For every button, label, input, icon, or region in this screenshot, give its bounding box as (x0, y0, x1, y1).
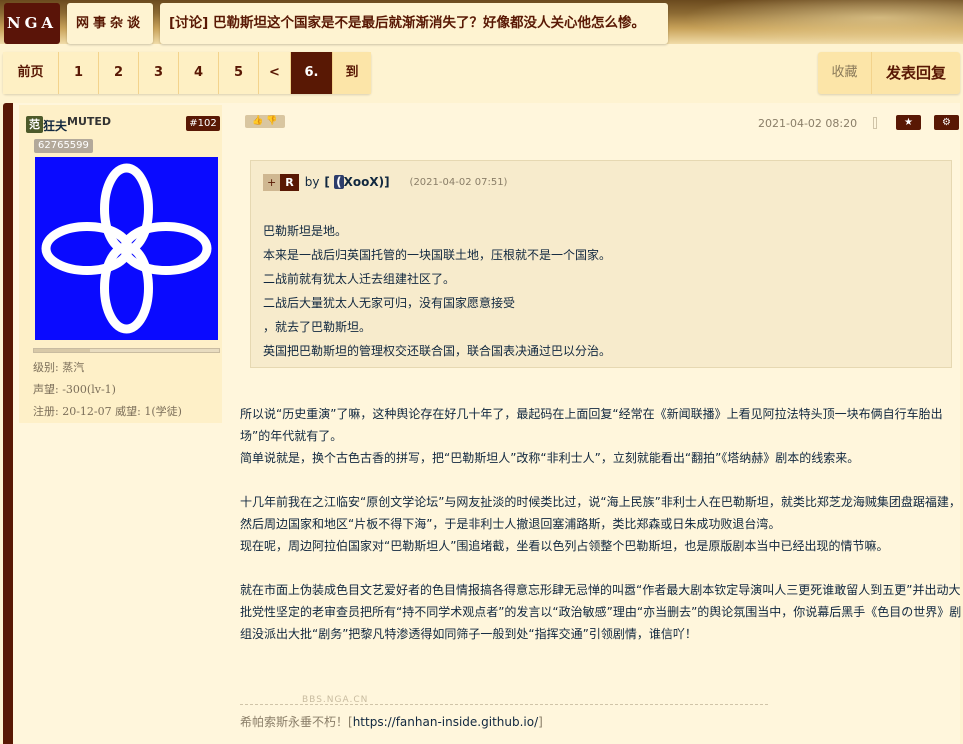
gear-icon[interactable]: ⚙ (934, 115, 959, 130)
post-body: 👍 👎 2021-04-02 08:20 ★ ⚙ + R by [ (XooX)… (235, 103, 963, 744)
quote-line: 巴勒斯坦是地。 (263, 224, 348, 238)
post-paragraph: 所以说“历史重演”了嘛，这种舆论存在好几十年了，最起码在上面回复“经常在《新闻联… (240, 407, 943, 443)
reply-button[interactable]: 发表回复 (872, 52, 960, 94)
quote-line: ，就去了巴勒斯坦。 (263, 320, 372, 334)
page-3-button[interactable]: 3 (139, 52, 179, 94)
user-reputation: 声望: -300(lv-1) (33, 383, 116, 396)
quote-date: (2021-04-02 07:51) (409, 176, 508, 188)
first-page-button[interactable]: 前页 (3, 52, 59, 94)
current-page[interactable]: 6. (291, 52, 333, 94)
post-date: 2021-04-02 08:20 (758, 117, 858, 130)
quote-text: 巴勒斯坦是地。 本来是一战后归英国托管的一块国联土地，压根就不是一个国家。 二战… (263, 219, 611, 363)
goto-page-button[interactable]: 到 (333, 52, 371, 94)
user-status: MUTED (67, 115, 112, 128)
quote-line: 二战前就有犹太人迁去组建社区了。 (263, 272, 456, 286)
post-paragraph: 十几年前我在之江临安“原创文学论坛”与网友扯淡的时候类比过，说“海上民族”非利士… (240, 495, 961, 531)
breadcrumb-topic[interactable]: [讨论] 巴勒斯坦这个国家是不是最后就渐渐消失了？好像都没人关心他怎么惨。 (160, 3, 668, 44)
quote-line: 二战后大量犹太人无家可归，没有国家愿意接受 (263, 296, 516, 310)
quote-reply-button[interactable]: R (280, 173, 299, 191)
quote-expand-button[interactable]: + (263, 173, 281, 191)
vote-icon[interactable]: 👍 👎 (245, 115, 285, 128)
user-info-panel: 范 狂夫 MUTED #102 62765599 级别: 蒸汽 声望: -300… (19, 105, 222, 423)
page-2-button[interactable]: 2 (99, 52, 139, 94)
page-1-button[interactable]: 1 (59, 52, 99, 94)
floor-number[interactable]: #102 (186, 116, 220, 131)
user-register: 注册: 20-12-07 威望: 1(学徒) (33, 405, 182, 418)
favorite-button[interactable]: 收藏 (818, 52, 872, 94)
avatar[interactable] (35, 157, 218, 340)
quote-block: + R by [ (XooX)] (2021-04-02 07:51) 巴勒斯坦… (250, 160, 952, 368)
signature-link[interactable]: https://fanhan-inside.github.io/ (353, 715, 538, 729)
post-actions: 收藏 发表回复 (818, 52, 960, 94)
user-level: 级别: 蒸汽 (33, 361, 85, 374)
page-4-button[interactable]: 4 (179, 52, 219, 94)
breadcrumb-forum[interactable]: 网事杂谈 (67, 3, 153, 44)
post-paragraph: 现在呢，周边阿拉伯国家对“巴勒斯坦人”围追堵截，坐看以色列占领整个巴勒斯坦，也是… (240, 539, 889, 553)
device-icon (873, 117, 877, 129)
pagination: 前页 1 2 3 4 5 < 6. 到 (3, 52, 371, 94)
post-paragraph: 就在市面上伪装成色目文艺爱好者的色目情报搞各得意忘形肆无忌惮的叫嚣“作者最大剧本… (240, 583, 962, 641)
page-5-button[interactable]: 5 (219, 52, 259, 94)
signature: 希帕索斯永垂不朽！[https://fanhan-inside.github.i… (240, 715, 543, 729)
nga-logo[interactable]: NGA (4, 3, 60, 44)
quote-line: 本来是一战后归英国托管的一块国联土地，压根就不是一个国家。 (263, 248, 612, 262)
user-badge: 范 (26, 116, 43, 133)
user-id[interactable]: 62765599 (34, 139, 93, 153)
avatar-bar (33, 348, 220, 353)
prev-page-button[interactable]: < (259, 52, 291, 94)
star-icon[interactable]: ★ (896, 115, 921, 130)
username[interactable]: 狂夫 (43, 117, 67, 134)
quote-line: 英国把巴勒斯坦的管理权交还联合国，联合国表决通过巴以分治。 (263, 344, 612, 358)
post-content: 所以说“历史重演”了嘛，这种舆论存在好几十年了，最起码在上面回复“经常在《新闻联… (240, 403, 963, 645)
quote-by: by (304, 175, 320, 189)
post-paragraph: 简单说就是，换个古色古香的拼写，把“巴勒斯坦人”改称“非利士人”，立刻就能看出“… (240, 451, 860, 465)
quote-header: + R by [ (XooX)] (2021-04-02 07:51) (263, 173, 507, 191)
post-floor: 范 狂夫 MUTED #102 62765599 级别: 蒸汽 声望: -300… (3, 103, 963, 744)
signature-divider (240, 704, 768, 705)
quote-author[interactable]: [ (XooX)] (324, 175, 390, 189)
